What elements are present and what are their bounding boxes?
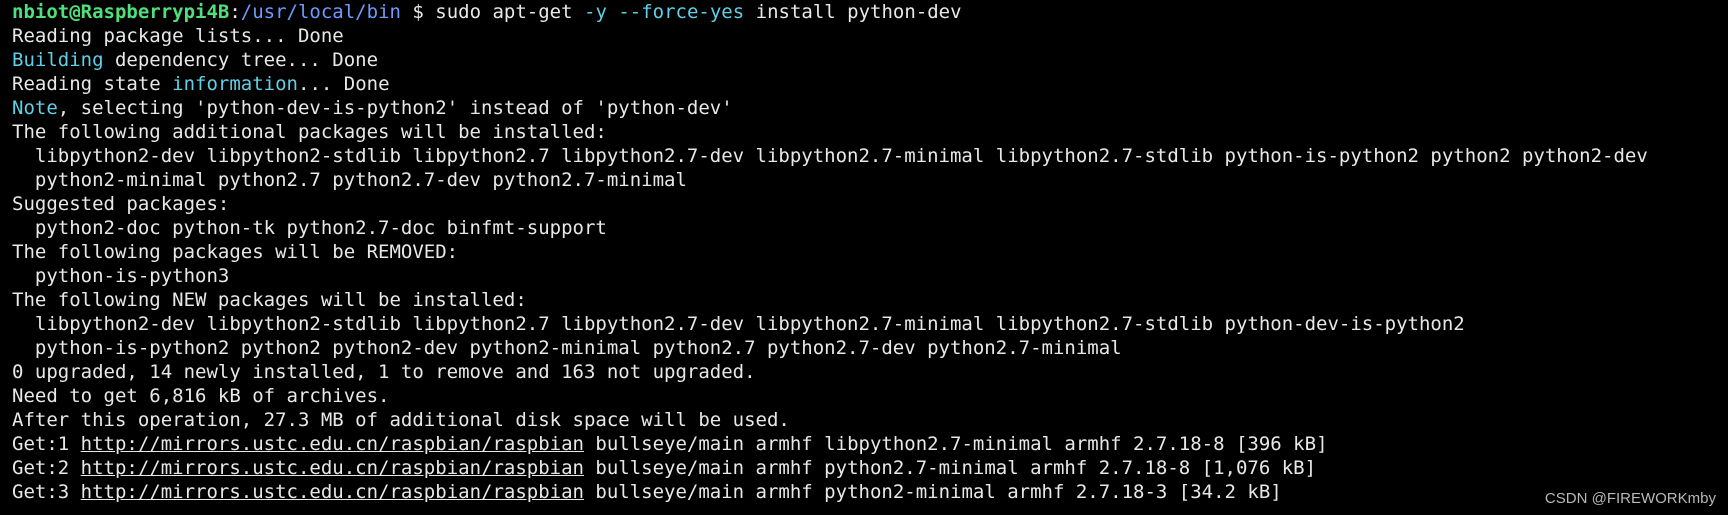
line-text: Need to get 6,816 kB of archives.	[12, 385, 390, 407]
line-text: , selecting 'python-dev-is-python2' inst…	[57, 97, 733, 119]
line-text: bullseye/main armhf python2.7-minimal ar…	[583, 457, 1317, 479]
mirror-link[interactable]: http://mirrors.ustc.edu.cn/raspbian/rasp…	[81, 457, 584, 479]
output-line: python2-minimal python2.7 python2.7-dev …	[12, 168, 1648, 192]
mirror-link[interactable]: http://mirrors.ustc.edu.cn/raspbian/rasp…	[81, 433, 584, 455]
output-line: python-is-python3	[12, 264, 1648, 288]
output-line: Need to get 6,816 kB of archives.	[12, 384, 1648, 408]
line-text: After this operation, 27.3 MB of additio…	[12, 409, 790, 431]
line-text: :	[229, 1, 241, 23]
command-flag: -y	[584, 1, 607, 23]
line-text: install python-dev	[744, 1, 962, 23]
line-text: dependency tree... Done	[103, 49, 379, 71]
line-text: $	[400, 1, 436, 23]
line-text: sudo apt-get	[435, 1, 584, 23]
line-text: bullseye/main armhf python2-minimal armh…	[583, 481, 1282, 503]
output-line: 0 upgraded, 14 newly installed, 1 to rem…	[12, 360, 1648, 384]
output-line: Reading package lists... Done	[12, 24, 1648, 48]
line-text: The following packages will be REMOVED:	[12, 241, 459, 263]
terminal-output: nbiot@Raspberrypi4B:/usr/local/bin $ sud…	[12, 0, 1648, 504]
output-line: Note, selecting 'python-dev-is-python2' …	[12, 96, 1648, 120]
line-text: python2-doc python-tk python2.7-doc binf…	[12, 217, 607, 239]
command-flag: --force-yes	[618, 1, 745, 23]
line-text: python-is-python2 python2 python2-dev py…	[12, 337, 1122, 359]
line-text	[607, 1, 618, 23]
output-line: Get:1 http://mirrors.ustc.edu.cn/raspbia…	[12, 432, 1648, 456]
command-line: nbiot@Raspberrypi4B:/usr/local/bin $ sud…	[12, 0, 1648, 24]
line-text: Suggested packages:	[12, 193, 230, 215]
terminal-window[interactable]: nbiot@Raspberrypi4B:/usr/local/bin $ sud…	[0, 0, 1728, 515]
output-line: The following packages will be REMOVED:	[12, 240, 1648, 264]
line-text: Get:1	[12, 433, 81, 455]
line-text: Get:2	[12, 457, 81, 479]
watermark: CSDN @FIREWORKmby	[1544, 490, 1716, 507]
line-text: libpython2-dev libpython2-stdlib libpyth…	[12, 313, 1465, 335]
output-line: Suggested packages:	[12, 192, 1648, 216]
highlighted-word: Note	[12, 97, 58, 119]
line-text: bullseye/main armhf libpython2.7-minimal…	[583, 433, 1328, 455]
output-line: python2-doc python-tk python2.7-doc binf…	[12, 216, 1648, 240]
mirror-link[interactable]: http://mirrors.ustc.edu.cn/raspbian/rasp…	[81, 481, 584, 503]
line-text: 0 upgraded, 14 newly installed, 1 to rem…	[12, 361, 756, 383]
line-text: The following NEW packages will be insta…	[12, 289, 527, 311]
highlighted-word: Building	[12, 49, 104, 71]
line-text: python-is-python3	[12, 265, 230, 287]
line-text: Reading state	[12, 73, 173, 95]
output-line: Get:2 http://mirrors.ustc.edu.cn/raspbia…	[12, 456, 1648, 480]
line-text: Reading package lists... Done	[12, 25, 344, 47]
output-line: After this operation, 27.3 MB of additio…	[12, 408, 1648, 432]
output-line: libpython2-dev libpython2-stdlib libpyth…	[12, 312, 1648, 336]
output-line: Reading state information... Done	[12, 72, 1648, 96]
line-text: Get:3	[12, 481, 81, 503]
line-text: python2-minimal python2.7 python2.7-dev …	[12, 169, 687, 191]
prompt-path: /usr/local/bin	[240, 1, 401, 23]
line-text: ... Done	[298, 73, 390, 95]
output-line: Building dependency tree... Done	[12, 48, 1648, 72]
output-line: The following additional packages will b…	[12, 120, 1648, 144]
output-line: The following NEW packages will be insta…	[12, 288, 1648, 312]
line-text: libpython2-dev libpython2-stdlib libpyth…	[12, 145, 1648, 167]
output-line: libpython2-dev libpython2-stdlib libpyth…	[12, 144, 1648, 168]
highlighted-word: information	[172, 73, 298, 95]
output-line: Get:3 http://mirrors.ustc.edu.cn/raspbia…	[12, 480, 1648, 504]
prompt-user: nbiot@Raspberrypi4B	[12, 1, 230, 23]
output-line: python-is-python2 python2 python2-dev py…	[12, 336, 1648, 360]
line-text: The following additional packages will b…	[12, 121, 607, 143]
